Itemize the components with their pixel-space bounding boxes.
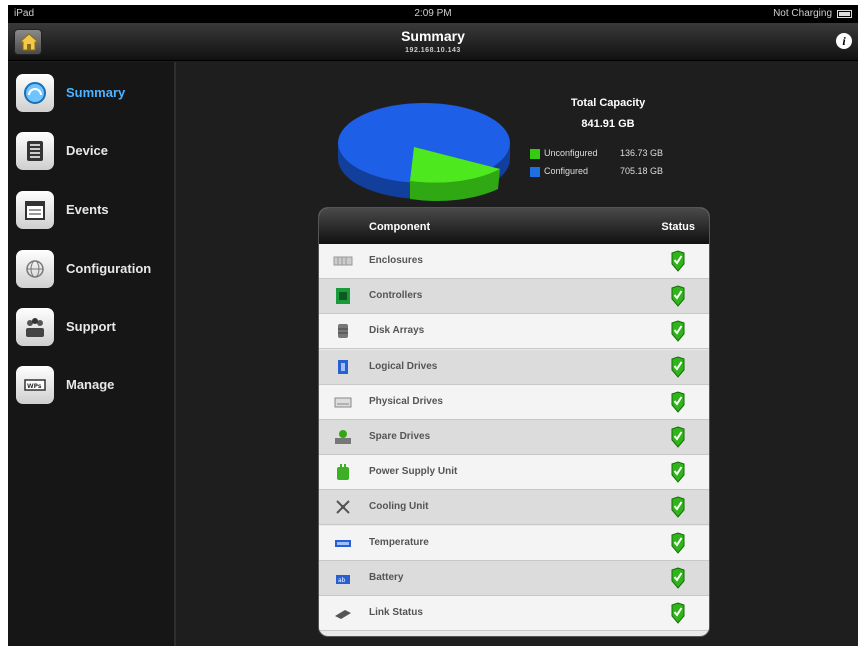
component-label: Enclosures: [369, 255, 423, 266]
svg-text:WPs: WPs: [27, 383, 42, 390]
component-label: Logical Drives: [369, 360, 438, 372]
navigation-bar: Summary 192.168.10.143 i: [8, 23, 858, 61]
table-row[interactable]: ab Battery: [319, 560, 709, 596]
temperature-icon: [335, 539, 351, 547]
manage-icon: WPs: [16, 366, 54, 404]
sidebar-item-label: Events: [66, 202, 109, 217]
table-row[interactable]: Logical Drives: [319, 349, 709, 385]
ipad-screen: iPad 2:09 PM Not Charging Summary 192.16…: [8, 5, 858, 646]
status-ok-icon: [671, 356, 685, 378]
component-label: Controllers: [369, 290, 423, 302]
column-header-component: Component: [369, 221, 431, 233]
legend-label: Unconfigured: [544, 148, 598, 158]
table-row[interactable]: Physical Drives: [319, 384, 709, 420]
table-row[interactable]: Disk Arrays: [319, 314, 709, 350]
spare-drive-icon: [335, 430, 351, 444]
component-label: Link Status: [369, 607, 423, 618]
table-row[interactable]: Power Supply Unit: [319, 455, 709, 491]
table-row[interactable]: Link Status: [319, 596, 709, 631]
sidebar-item-support[interactable]: Support: [14, 304, 174, 352]
sidebar-item-label: Device: [66, 143, 108, 158]
component-label: Power Supply Unit: [369, 466, 458, 478]
sidebar-item-summary[interactable]: Summary: [14, 70, 174, 118]
fan-icon: [336, 500, 350, 515]
component-label: Battery: [369, 571, 404, 583]
sidebar-item-label: Support: [66, 319, 116, 334]
events-icon: [16, 191, 54, 229]
table-header: Component Status: [319, 208, 709, 244]
battery-status-icon: [837, 10, 852, 18]
link-icon: [335, 610, 351, 619]
table-row[interactable]: Controllers: [319, 279, 709, 315]
status-ok-icon: [671, 567, 685, 589]
component-status-table: Component Status Enclosures Controllers Di…: [318, 207, 710, 637]
device-ip: 192.168.10.143: [405, 47, 461, 54]
sidebar-item-device[interactable]: Device: [14, 128, 174, 176]
svg-text:ab: ab: [338, 577, 346, 584]
component-label: Physical Drives: [369, 395, 443, 407]
status-ok-icon: [671, 320, 685, 343]
status-ok-icon: [671, 602, 685, 624]
sidebar: Summary Device Events Configuration Supp…: [8, 62, 176, 646]
sidebar-item-label: Configuration: [66, 261, 152, 276]
info-icon[interactable]: i: [836, 33, 852, 49]
status-ok-icon: [671, 285, 685, 307]
table-row[interactable]: Enclosures: [319, 244, 709, 279]
charging-status: Not Charging: [773, 8, 832, 19]
status-ok-icon: [671, 496, 685, 519]
sidebar-item-label: Summary: [66, 85, 126, 100]
support-icon: [16, 308, 54, 346]
component-label: Temperature: [369, 536, 429, 548]
total-capacity-value: 841.91 GB: [581, 118, 635, 130]
table-row[interactable]: Cooling Unit: [319, 490, 709, 526]
page-title: Summary: [401, 28, 465, 44]
sidebar-item-label: Manage: [66, 377, 115, 392]
legend-value: 136.73 GB: [620, 148, 664, 158]
logical-drive-icon: [338, 359, 348, 374]
total-capacity-label: Total Capacity: [570, 97, 646, 109]
physical-drive-icon: [334, 397, 352, 408]
globe-icon: [16, 250, 54, 288]
sidebar-item-configuration[interactable]: Configuration: [14, 246, 174, 294]
status-ok-icon: [671, 461, 685, 483]
legend-label: Configured: [544, 166, 589, 176]
table-row[interactable]: Temperature: [319, 525, 709, 561]
power-supply-icon: [337, 464, 349, 481]
clock: 2:09 PM: [414, 8, 452, 19]
enclosure-icon: [333, 256, 353, 266]
device-icon: [16, 132, 54, 170]
sidebar-item-events[interactable]: Events: [14, 187, 174, 235]
status-ok-icon: [671, 532, 685, 554]
component-label: Disk Arrays: [369, 325, 425, 337]
legend-value: 705.18 GB: [620, 166, 664, 176]
battery-icon: ab: [336, 574, 350, 584]
disk-array-icon: [338, 324, 348, 339]
component-label: Cooling Unit: [369, 501, 429, 513]
capacity-pie-chart: [338, 103, 510, 201]
status-bar: iPad 2:09 PM Not Charging: [8, 5, 858, 23]
legend-swatch: [530, 149, 540, 159]
sidebar-item-manage[interactable]: WPs Manage: [14, 362, 174, 410]
legend-swatch: [530, 167, 540, 177]
table-row[interactable]: Spare Drives: [319, 420, 709, 455]
status-ok-icon: [671, 391, 685, 413]
status-ok-icon: [671, 426, 685, 448]
status-ok-icon: [671, 250, 685, 272]
controller-icon: [336, 288, 350, 305]
component-label: Spare Drives: [369, 431, 431, 442]
column-header-status: Status: [661, 221, 695, 233]
summary-icon: [16, 74, 54, 112]
